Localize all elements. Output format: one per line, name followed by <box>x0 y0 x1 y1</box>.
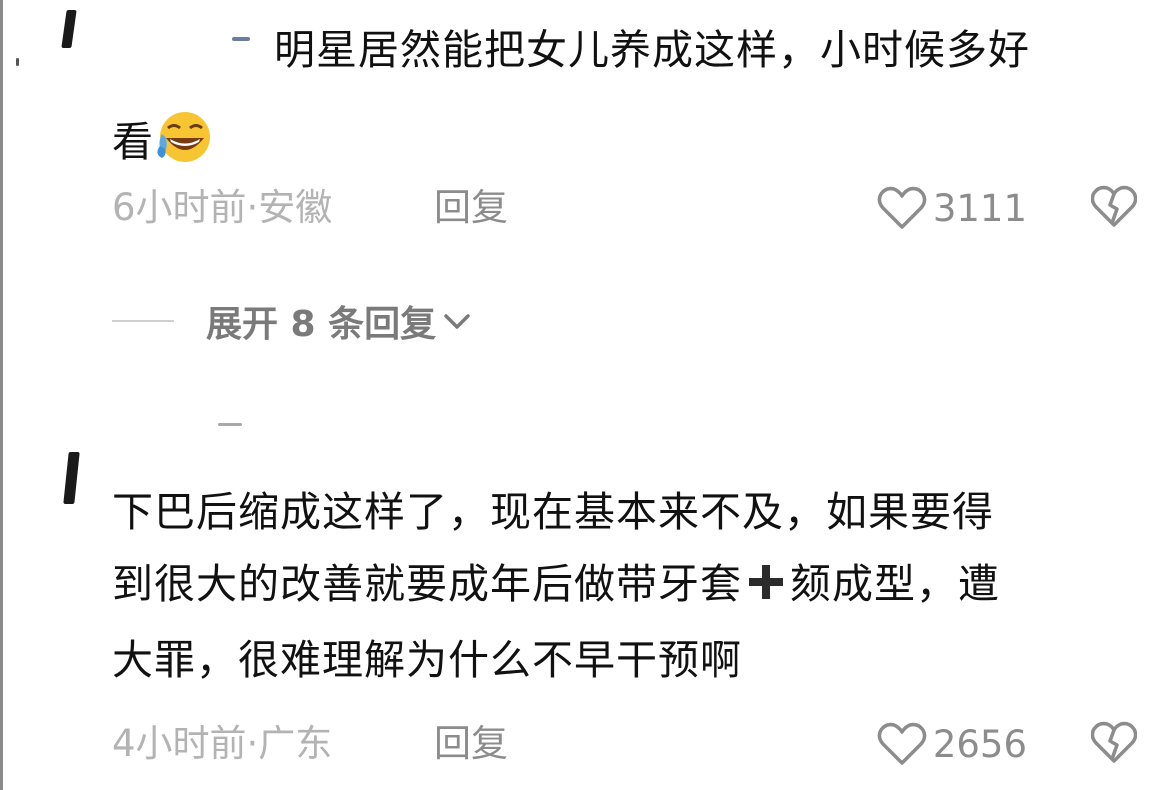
comment-text-line: 到很大的改善就要成年后做带牙套 颏成型，遭 <box>112 548 1137 624</box>
comment-text: 下巴后缩成这样了，现在基本来不及，如果要得 <box>112 488 994 536</box>
reply-button[interactable]: 回复 <box>434 183 508 233</box>
dislike-button[interactable] <box>1090 185 1138 238</box>
expand-replies-label: 展开 8 条回复 <box>206 304 437 345</box>
like-count: 3111 <box>932 186 1027 230</box>
comment-1: 明星居然能把女儿养成这样，小时候多好 看 <box>112 14 1137 178</box>
screenshot-left-edge <box>0 0 3 790</box>
laughing-crying-emoji-icon <box>154 108 212 166</box>
comment-1-meta: 6小时前·安徽 回复 3111 <box>112 183 1138 233</box>
comment-text: 颏成型，遭 <box>790 560 1000 608</box>
comment-text: 到很大的改善就要成年后做带牙套 <box>112 560 742 608</box>
chevron-down-icon <box>444 314 470 329</box>
comment-2: 下巴后缩成这样了，现在基本来不及，如果要得 到很大的改善就要成年后做带牙套 颏成… <box>112 476 1137 696</box>
like-button[interactable]: 2656 <box>877 719 1027 769</box>
comment-text: 看 <box>112 118 154 166</box>
divider-line <box>112 320 174 322</box>
avatar[interactable] <box>61 10 77 48</box>
time-location: 4小时前·广东 <box>112 722 333 765</box>
heart-outline-icon <box>877 186 927 229</box>
avatar-edge <box>16 58 19 66</box>
reply-button[interactable]: 回复 <box>434 719 508 769</box>
dislike-button[interactable] <box>1090 721 1138 774</box>
comment-text-line: 明星居然能把女儿养成这样，小时候多好 <box>112 14 1137 86</box>
time-location: 6小时前·安徽 <box>112 186 333 229</box>
plus-icon <box>746 552 786 624</box>
username[interactable] <box>218 423 242 426</box>
broken-heart-icon <box>1090 185 1138 227</box>
avatar[interactable] <box>63 452 80 504</box>
comment-text-line: 看 <box>112 106 1137 178</box>
comment-text: 明星居然能把女儿养成这样，小时候多好 <box>274 26 1030 74</box>
comment-text-line: 下巴后缩成这样了，现在基本来不及，如果要得 <box>112 476 1137 548</box>
comment-text: 大罪，很难理解为什么不早干预啊 <box>112 636 742 684</box>
comment-text-line: 大罪，很难理解为什么不早干预啊 <box>112 624 1137 696</box>
heart-outline-icon <box>877 722 927 765</box>
like-button[interactable]: 3111 <box>877 183 1027 233</box>
comment-2-meta: 4小时前·广东 回复 2656 <box>112 719 1138 769</box>
like-count: 2656 <box>932 722 1027 766</box>
expand-replies-button[interactable]: 展开 8 条回复 <box>112 296 472 346</box>
broken-heart-icon <box>1090 721 1138 763</box>
